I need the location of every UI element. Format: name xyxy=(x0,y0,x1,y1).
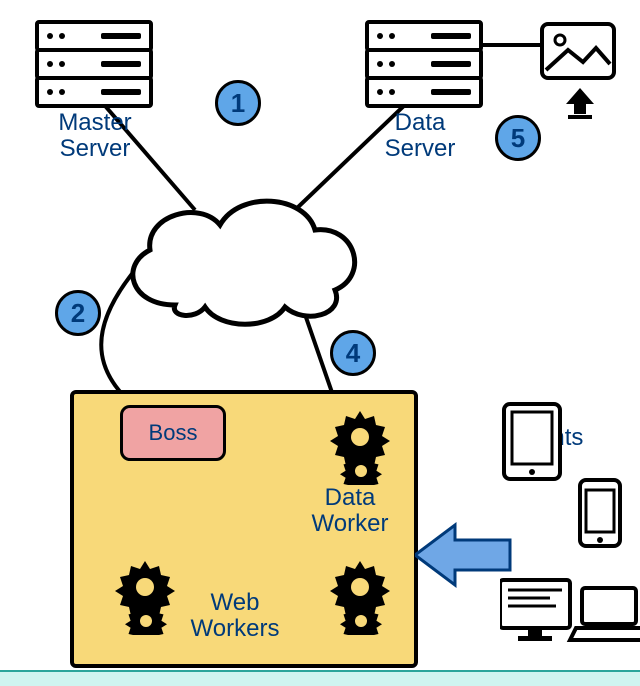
image-upload-icon xyxy=(538,20,618,120)
diagram-stage: Master Server Data Server 1 2 3 4 5 Boss xyxy=(0,0,640,686)
master-server-label: Master Server xyxy=(35,110,155,163)
arrow-left-icon xyxy=(415,520,515,590)
boss-box: Boss xyxy=(120,405,226,461)
smartphone-icon xyxy=(580,480,620,546)
gear-icon-web-worker-right xyxy=(310,555,390,635)
badge-2: 2 xyxy=(55,290,101,336)
master-server-icon xyxy=(35,20,153,104)
badge-5: 5 xyxy=(495,115,541,161)
gear-icon-data-worker xyxy=(310,405,390,485)
data-worker-label: Data Worker xyxy=(300,485,400,538)
tablet-icon xyxy=(504,404,560,479)
data-server-label-line1: Data xyxy=(395,109,446,136)
master-server-label-line2: Server xyxy=(60,135,131,162)
cloud-icon xyxy=(110,185,370,335)
footer-bar xyxy=(0,670,640,686)
laptop-icon xyxy=(570,588,640,640)
gear-icon-web-worker-left xyxy=(95,555,175,635)
master-server-label-line1: Master xyxy=(58,109,131,136)
boss-label: Boss xyxy=(149,420,198,446)
web-workers-label: Web Workers xyxy=(170,590,300,643)
data-server-label-line2: Server xyxy=(385,135,456,162)
client-devices-group xyxy=(500,400,640,660)
badge-1: 1 xyxy=(215,80,261,126)
data-server-label: Data Server xyxy=(365,110,475,163)
badge-4: 4 xyxy=(330,330,376,376)
data-server-icon xyxy=(365,20,483,104)
